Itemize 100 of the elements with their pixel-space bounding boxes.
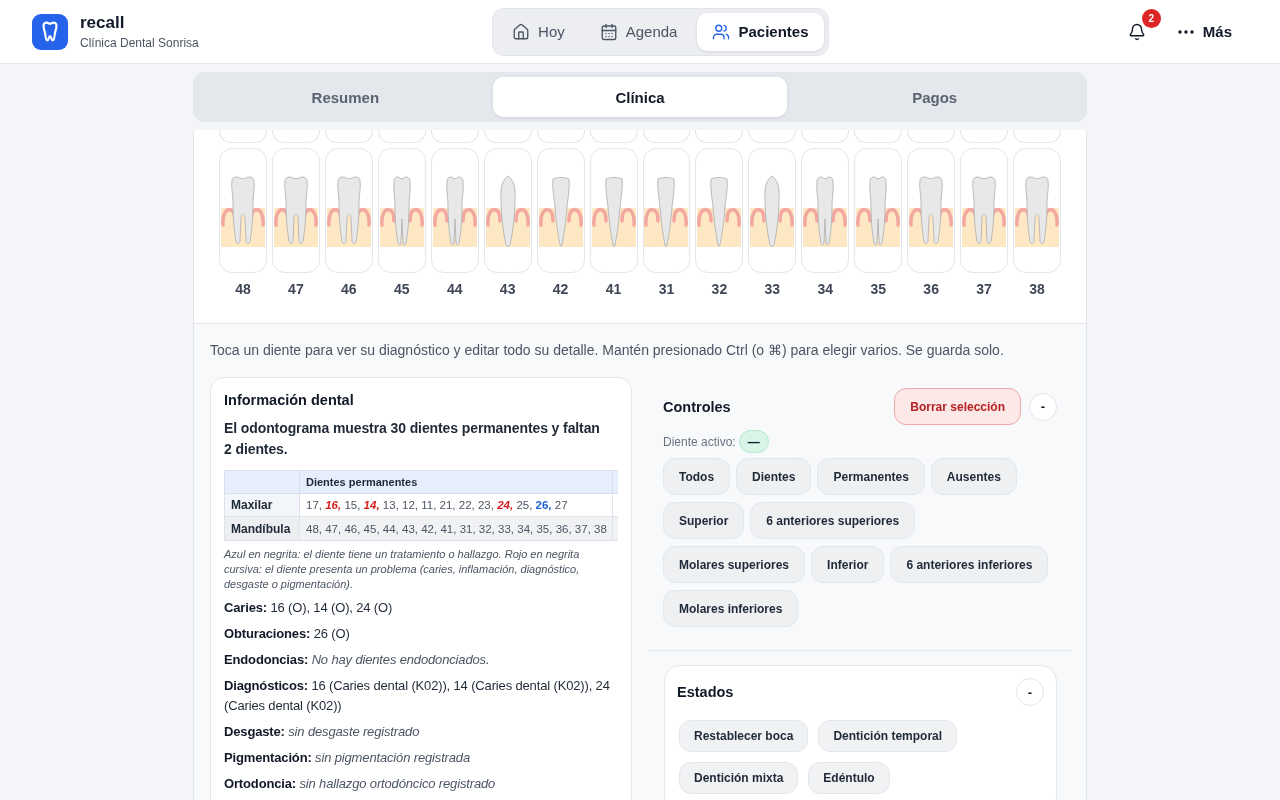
table-header-cell: Dientes permanentes	[300, 471, 613, 494]
tooth-tile[interactable]	[536, 148, 585, 273]
quick-select-chip[interactable]: Molares inferiores	[663, 590, 799, 627]
table-cell: 48, 47, 46, 45, 44, 43, 42, 41, 31, 32, 33, 34, 35, 36, 37, 38	[300, 517, 613, 540]
tooth-tile[interactable]	[907, 130, 956, 143]
quick-select-chip[interactable]: Todos	[663, 458, 731, 495]
tooth-tile[interactable]	[748, 130, 797, 143]
tooth-tile[interactable]	[748, 148, 797, 273]
tooth-logo-icon	[32, 13, 68, 50]
quick-select-chip[interactable]: 6 anteriores inferiores	[890, 546, 1049, 583]
tooth-icon	[803, 174, 848, 247]
tooth-tile[interactable]	[907, 148, 956, 273]
tooth-tile[interactable]	[536, 130, 585, 143]
tooth-tile[interactable]	[483, 130, 532, 143]
tooth-icon	[432, 174, 477, 247]
section-tab[interactable]: Resumen	[198, 77, 493, 117]
tooth-tile[interactable]	[695, 130, 744, 143]
tooth-tile[interactable]	[219, 130, 267, 143]
tooth-tile[interactable]	[483, 148, 532, 273]
tooth-number: 32	[711, 281, 728, 298]
section-title: Controles	[663, 397, 731, 417]
clear-selection-button[interactable]: Borrar selección	[894, 388, 1021, 425]
legend-text: Azul en negrita: el diente tiene un tratamiento o hallazgo. Rojo en negrita cursiva: el diente presenta un problema (caries, inflamación, diagnóstico, desgaste o pigmentación).	[224, 547, 581, 592]
ellipsis-icon	[1177, 29, 1194, 34]
quick-select-chip[interactable]: Molares superiores	[663, 546, 806, 583]
active-tooth-value: —	[738, 430, 769, 453]
state-chip[interactable]: Dentición mixta	[679, 762, 799, 794]
tooth-tile[interactable]	[854, 148, 903, 273]
card-title: Información dental	[224, 391, 355, 410]
tooth-tile[interactable]	[271, 130, 320, 143]
tooth-icon	[485, 174, 530, 247]
quick-select-chip[interactable]: Ausentes	[930, 458, 1017, 495]
tooth-number: 31	[658, 281, 675, 298]
tooth-tile[interactable]	[589, 148, 638, 273]
tooth-number: 43	[499, 281, 516, 298]
tooth-tile[interactable]	[430, 130, 479, 143]
tooth-tile[interactable]	[642, 148, 691, 273]
calendar-icon	[599, 22, 618, 41]
tooth-icon	[379, 174, 424, 247]
tooth-icon	[591, 174, 636, 247]
tooth-number: 45	[394, 281, 410, 298]
summary-text: El odontograma muestra 30 dientes permanentes y faltan 2 dientes.	[224, 419, 601, 459]
section-title: Estados	[677, 683, 734, 702]
tooth-icon	[909, 174, 954, 247]
tooth-number: 37	[976, 281, 992, 298]
section-tab[interactable]: Clínica	[492, 77, 788, 117]
tooth-number: 34	[817, 281, 834, 298]
tooth-icon	[1015, 174, 1060, 247]
tooth-tile[interactable]	[377, 148, 426, 273]
tooth-tile[interactable]	[801, 148, 850, 273]
nav-tab[interactable]: Pacientes	[697, 12, 824, 51]
tooth-number: 47	[288, 281, 304, 298]
state-chip[interactable]: Dentición temporal	[818, 720, 958, 752]
tooth-tile[interactable]	[589, 130, 638, 143]
finding-text: Endodoncias: No hay dientes endodonciados.	[224, 651, 491, 669]
collapse-button[interactable]: -	[1016, 678, 1044, 706]
quick-select-chip[interactable]: Dientes	[736, 458, 812, 495]
tooth-tile[interactable]	[271, 148, 320, 273]
tooth-icon	[326, 174, 371, 247]
state-chip[interactable]: Restablecer boca	[679, 720, 809, 752]
tooth-tile[interactable]	[960, 130, 1009, 143]
home-icon	[512, 22, 531, 41]
quick-select-chip[interactable]: 6 anteriores superiores	[750, 502, 916, 539]
tooth-tile[interactable]	[324, 130, 373, 143]
nav-tab[interactable]: Agenda	[584, 12, 693, 51]
tooth-icon	[538, 174, 583, 247]
tooth-icon	[962, 174, 1007, 247]
finding-text: Caries: 16 (O), 14 (O), 24 (O)	[224, 599, 394, 617]
tooth-tile[interactable]	[960, 148, 1009, 273]
tooth-tile[interactable]	[324, 148, 373, 273]
table-cell: 17, 16, 15, 14, 13, 12, 11, 21, 22, 23, 24, 25, 26, 27	[300, 494, 613, 517]
nav-tab[interactable]: Hoy	[497, 12, 580, 51]
tooth-tile[interactable]	[1013, 148, 1061, 273]
finding-text: Diagnósticos: 16 (Caries dental (K02)), 14 (Caries dental (K02)), 24 (Caries dental (K02))	[224, 677, 611, 715]
quick-select-chip[interactable]: Permanentes	[817, 458, 925, 495]
tooth-tile[interactable]	[642, 130, 691, 143]
tooth-icon	[273, 174, 318, 247]
finding-text: Obturaciones: 26 (O)	[224, 625, 351, 643]
section-tab[interactable]: Pagos	[787, 77, 1082, 117]
tooth-icon	[220, 174, 265, 247]
table-row-header: Maxilar	[225, 494, 300, 517]
tooth-number: 44	[446, 281, 463, 298]
tooth-number: 46	[341, 281, 357, 298]
tooth-tile[interactable]	[430, 148, 479, 273]
tooth-tile[interactable]	[377, 130, 426, 143]
tooth-tile[interactable]	[801, 130, 850, 143]
state-chip[interactable]: Edéntulo	[808, 762, 890, 794]
tooth-number: 41	[605, 281, 622, 298]
notification-count: 2	[1141, 8, 1161, 28]
quick-select-chip[interactable]: Inferior	[811, 546, 885, 583]
tooth-number: 48	[235, 281, 251, 298]
bell-icon[interactable]	[1127, 22, 1146, 41]
collapse-button[interactable]: -	[1029, 392, 1057, 421]
tooth-tile[interactable]	[854, 130, 903, 143]
tooth-tile[interactable]	[1013, 130, 1061, 143]
tooth-number: 35	[870, 281, 886, 298]
tooth-tile[interactable]	[695, 148, 744, 273]
more-button[interactable]: Más	[1177, 23, 1232, 40]
tooth-tile[interactable]	[219, 148, 267, 273]
quick-select-chip[interactable]: Superior	[663, 502, 745, 539]
